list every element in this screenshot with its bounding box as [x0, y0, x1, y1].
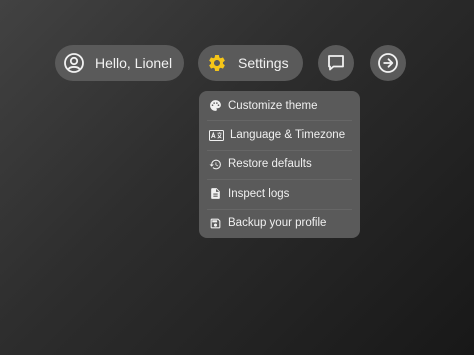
menu-item-backup-profile[interactable]: Backup your profile: [199, 208, 360, 238]
settings-button[interactable]: Settings: [198, 45, 303, 81]
save-icon: [209, 217, 222, 230]
menu-item-label: Inspect logs: [228, 187, 290, 200]
settings-dropdown-menu: Customize theme Language & Timezone Rest…: [199, 91, 360, 238]
greeting-label: Hello, Lionel: [95, 55, 173, 71]
menu-item-label: Language & Timezone: [230, 129, 346, 142]
user-avatar-icon: [63, 52, 85, 74]
chat-button[interactable]: [318, 45, 354, 81]
menu-item-label: Customize theme: [228, 99, 318, 112]
menu-item-customize-theme[interactable]: Customize theme: [199, 91, 360, 120]
menu-item-restore-defaults[interactable]: Restore defaults: [199, 149, 360, 179]
menu-item-inspect-logs[interactable]: Inspect logs: [199, 179, 360, 208]
user-greeting-button[interactable]: Hello, Lionel: [55, 45, 184, 81]
logout-button[interactable]: [370, 45, 406, 81]
menu-item-label: Restore defaults: [228, 158, 312, 171]
chat-bubble-icon: [326, 53, 346, 73]
settings-label: Settings: [238, 55, 289, 71]
menu-item-language-timezone[interactable]: Language & Timezone: [199, 120, 360, 149]
language-icon: [209, 129, 224, 142]
gear-icon: [206, 52, 228, 74]
menu-item-label: Backup your profile: [228, 217, 327, 230]
document-icon: [209, 187, 222, 200]
palette-icon: [209, 99, 222, 112]
restore-icon: [209, 158, 222, 171]
arrow-right-circle-icon: [377, 52, 399, 74]
